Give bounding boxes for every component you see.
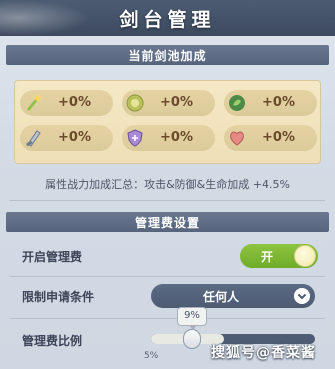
leaf-icon bbox=[229, 95, 245, 111]
bonus-section-header: 当前剑池加成 bbox=[6, 45, 329, 65]
bonus-box: +0% +0% +0% +0% +0% +0% bbox=[14, 80, 321, 164]
fee-ratio-min-label: 5% bbox=[144, 351, 159, 361]
bonus-section-title: 当前剑池加成 bbox=[128, 49, 207, 63]
bonus-value: +0% bbox=[262, 130, 295, 145]
header-bar: 剑台管理 bbox=[0, 0, 335, 36]
sword-gem-icon bbox=[27, 95, 41, 111]
bonus-chip: +0% bbox=[224, 125, 317, 151]
bonus-chip: +0% bbox=[122, 125, 215, 151]
restrict-condition-label: 限制申请条件 bbox=[22, 290, 95, 304]
bonus-chip: +0% bbox=[20, 125, 113, 151]
fee-ratio-tooltip: 9% bbox=[177, 307, 207, 330]
divider bbox=[10, 318, 325, 319]
enable-fee-label: 开启管理费 bbox=[22, 250, 83, 264]
sword-platform-panel: 剑台管理 当前剑池加成 +0% +0% +0% +0% +0% +0% 属性战力… bbox=[0, 0, 335, 369]
watermark: 搜狐号@香菜酱 bbox=[211, 345, 316, 361]
divider bbox=[10, 276, 325, 277]
fee-section-header: 管理费设置 bbox=[6, 212, 329, 232]
enable-fee-toggle[interactable]: 开 bbox=[240, 244, 318, 268]
bonus-value: +0% bbox=[160, 95, 193, 110]
page-title: 剑台管理 bbox=[119, 9, 216, 31]
bonus-value: +0% bbox=[58, 130, 91, 145]
bonus-value: +0% bbox=[58, 95, 91, 110]
fee-section-title: 管理费设置 bbox=[134, 216, 200, 230]
restrict-condition-select[interactable]: 任何人 bbox=[151, 284, 315, 308]
bonus-value: +0% bbox=[160, 130, 193, 145]
blade-icon bbox=[25, 130, 41, 147]
bonus-chip: +0% bbox=[122, 90, 215, 116]
toggle-label: 开 bbox=[261, 250, 274, 264]
bonus-summary: 属性战力加成汇总：攻击&防御&生命加成 +4.5% bbox=[45, 178, 290, 191]
bonus-chip: +0% bbox=[20, 90, 113, 116]
heart-icon bbox=[230, 131, 244, 146]
chevron-down-icon bbox=[294, 288, 310, 304]
restrict-condition-value: 任何人 bbox=[202, 290, 239, 304]
shield-icon bbox=[127, 129, 143, 147]
fee-ratio-slider-knob[interactable] bbox=[183, 329, 201, 349]
divider bbox=[10, 200, 325, 201]
fee-ratio-label: 管理费比例 bbox=[22, 334, 83, 348]
target-icon bbox=[126, 94, 144, 112]
toggle-knob bbox=[294, 245, 316, 267]
bonus-chip: +0% bbox=[224, 90, 317, 116]
bonus-value: +0% bbox=[262, 95, 295, 110]
